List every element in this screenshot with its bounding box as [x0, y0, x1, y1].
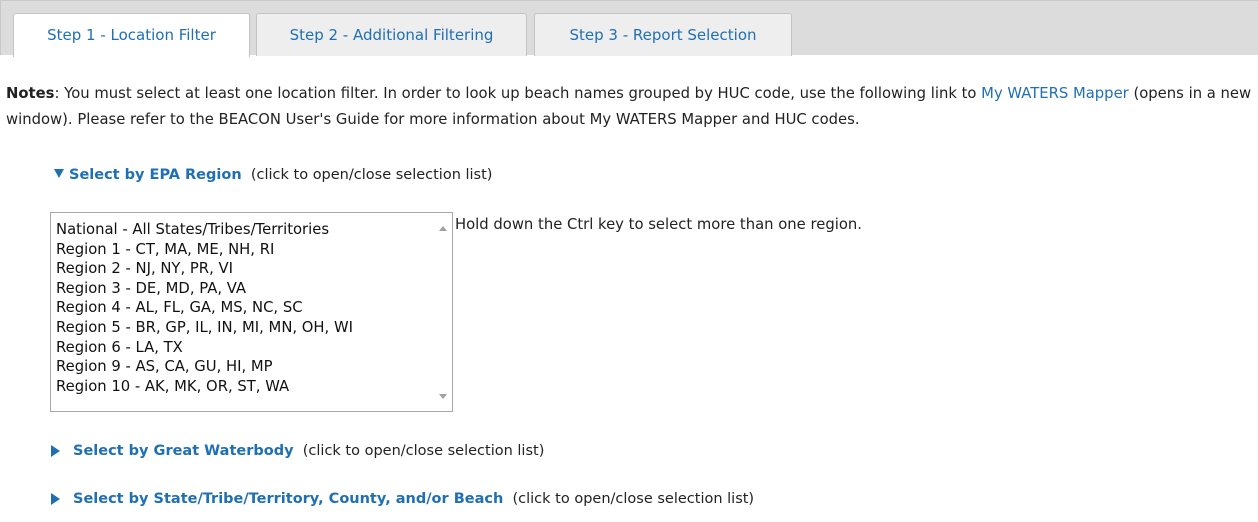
collapsed-triangle-icon[interactable] — [51, 445, 60, 457]
collapsed-triangle-icon[interactable] — [51, 493, 60, 505]
region-option[interactable]: Region 4 - AL, FL, GA, MS, NC, SC — [51, 298, 435, 318]
region-option[interactable]: Region 1 - CT, MA, ME, NH, RI — [51, 240, 435, 260]
ctrl-key-hint: Hold down the Ctrl key to select more th… — [455, 216, 862, 233]
region-option[interactable]: Region 10 - AK, MK, OR, ST, WA — [51, 377, 435, 397]
tab-additional-filtering[interactable]: Step 2 - Additional Filtering — [256, 13, 527, 56]
notes-label: Notes — [6, 85, 55, 102]
state-tribe-hint: (click to open/close selection list) — [512, 491, 755, 507]
epa-region-hint: (click to open/close selection list) — [250, 167, 493, 183]
notes-text-before-link: : You must select at least one location … — [54, 85, 982, 102]
great-waterbody-hint: (click to open/close selection list) — [302, 443, 545, 459]
state-tribe-section-header[interactable]: Select by State/Tribe/Territory, County,… — [73, 489, 754, 509]
tab-report-selection[interactable]: Step 3 - Report Selection — [534, 13, 792, 56]
listbox-scrollbar[interactable] — [435, 213, 452, 411]
region-option[interactable]: Region 9 - AS, CA, GU, HI, MP — [51, 357, 435, 377]
scroll-down-arrow-icon[interactable] — [439, 394, 447, 399]
epa-region-toggle[interactable]: Select by EPA Region — [69, 167, 242, 183]
notes-paragraph: Notes: You must select at least one loca… — [6, 81, 1256, 133]
tab-bar: Step 1 - Location Filter Step 2 - Additi… — [0, 0, 1258, 57]
expanded-triangle-icon[interactable] — [54, 169, 64, 178]
great-waterbody-section-header[interactable]: Select by Great Waterbody (click to open… — [73, 441, 544, 461]
region-option[interactable]: Region 2 - NJ, NY, PR, VI — [51, 259, 435, 279]
region-option[interactable]: Region 6 - LA, TX — [51, 338, 435, 358]
region-option[interactable]: National - All States/Tribes/Territories — [51, 220, 435, 240]
great-waterbody-toggle[interactable]: Select by Great Waterbody — [73, 443, 294, 459]
epa-region-section-header[interactable]: Select by EPA Region (click to open/clos… — [54, 165, 492, 185]
scroll-up-arrow-icon[interactable] — [439, 226, 447, 231]
region-option[interactable]: Region 5 - BR, GP, IL, IN, MI, MN, OH, W… — [51, 318, 435, 338]
region-option[interactable]: Region 3 - DE, MD, PA, VA — [51, 279, 435, 299]
epa-region-select[interactable]: National - All States/Tribes/Territories… — [50, 212, 453, 412]
state-tribe-toggle[interactable]: Select by State/Tribe/Territory, County,… — [73, 491, 503, 507]
my-waters-mapper-link[interactable]: My WATERS Mapper — [981, 85, 1129, 102]
tab-location-filter[interactable]: Step 1 - Location Filter — [13, 13, 250, 57]
